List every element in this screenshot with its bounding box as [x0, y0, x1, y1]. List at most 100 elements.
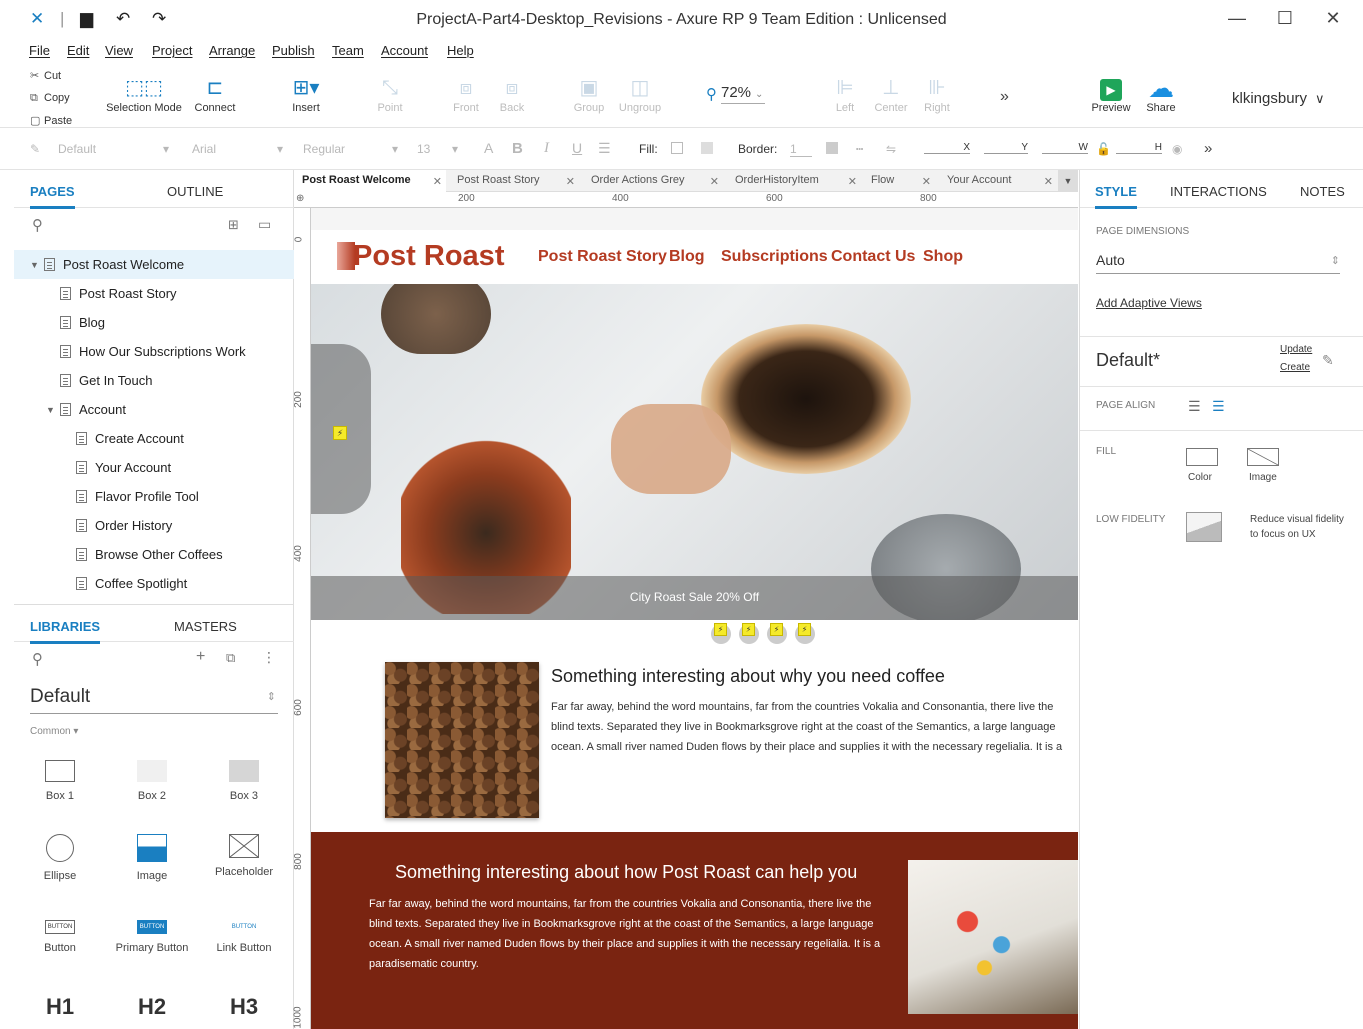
menu-edit[interactable]: Edit — [67, 43, 89, 58]
add-adaptive-views-link[interactable]: Add Adaptive Views — [1096, 296, 1202, 310]
widget-primary-button[interactable]: BUTTON Primary Button — [107, 920, 197, 954]
section1-body[interactable]: Far far away, behind the word mountains,… — [551, 697, 1078, 757]
front-button[interactable]: ⧈ Front — [448, 74, 484, 114]
menu-file[interactable]: File — [29, 43, 50, 58]
more-vertical-icon[interactable]: ⋮ — [262, 649, 276, 666]
add-library-icon[interactable]: + — [196, 648, 205, 666]
section2-panel[interactable]: Something interesting about how Post Roa… — [311, 832, 1078, 1029]
close-tab-icon[interactable]: ✕ — [1044, 175, 1053, 188]
search-icon[interactable]: ⚲ — [32, 216, 43, 234]
tab-notes[interactable]: NOTES — [1300, 184, 1345, 199]
search-icon[interactable]: ⚲ — [32, 650, 43, 668]
page-tree-item[interactable]: ▼ Post Roast Welcome — [14, 250, 294, 279]
doc-tab-post-roast-welcome[interactable]: Post Roast Welcome ✕ — [294, 170, 446, 192]
preview-button[interactable]: ▶ Preview — [1088, 74, 1134, 114]
tab-style[interactable]: STYLE — [1095, 184, 1137, 209]
page-tree-item[interactable]: Order History — [14, 511, 294, 540]
carousel-dot[interactable]: ⚡ — [767, 623, 787, 644]
style-dropdown[interactable]: Default — [58, 142, 96, 156]
back-button[interactable]: ⧈ Back — [494, 74, 530, 114]
nav-post-roast-story[interactable]: Post Roast Story — [538, 248, 667, 266]
fill-image-swatch[interactable] — [701, 142, 713, 154]
add-page-icon[interactable]: ⊞ — [228, 217, 239, 233]
text-color-icon[interactable]: A — [484, 140, 493, 156]
x-position-input[interactable]: X — [924, 142, 970, 154]
nav-contact-us[interactable]: Contact Us — [831, 248, 915, 266]
user-account-dropdown[interactable]: klkingsbury ∨ — [1232, 90, 1325, 107]
align-right-button[interactable]: ⊪ Right — [920, 74, 954, 114]
page-tree-item[interactable]: Create Account — [14, 424, 294, 453]
page-tree-item[interactable]: How Our Subscriptions Work — [14, 337, 294, 366]
doc-tab-flow[interactable]: Flow ✕ — [863, 170, 935, 192]
menu-publish[interactable]: Publish — [272, 43, 315, 58]
align-left-button[interactable]: ⊫ Left — [830, 74, 860, 114]
low-fidelity-toggle-icon[interactable] — [1186, 512, 1222, 542]
border-style-icon[interactable]: ┅ — [856, 142, 863, 156]
tab-outline[interactable]: OUTLINE — [167, 184, 223, 199]
border-arrow-icon[interactable]: ⇋ — [886, 142, 896, 156]
align-center-button[interactable]: ⊥ Center — [872, 74, 910, 114]
share-button[interactable]: ☁ Share — [1140, 74, 1182, 114]
page-tree-item[interactable]: Coffee Spotlight — [14, 569, 294, 598]
widget-image[interactable]: Image — [107, 834, 197, 882]
tab-interactions[interactable]: INTERACTIONS — [1170, 184, 1267, 199]
style-edit-icon[interactable]: ✎ — [30, 142, 40, 156]
widget-ellipse[interactable]: Ellipse — [15, 834, 105, 882]
section2-body[interactable]: Far far away, behind the word mountains,… — [369, 894, 889, 974]
coffee-beans-image[interactable] — [385, 662, 539, 818]
widget-h1[interactable]: H1 — [15, 994, 105, 1020]
add-folder-icon[interactable]: ▭ — [258, 216, 271, 233]
border-width-input[interactable]: 1 — [790, 142, 812, 157]
underline-icon[interactable]: U — [572, 140, 582, 156]
fill-color-swatch[interactable] — [671, 142, 683, 154]
tab-pages[interactable]: PAGES — [30, 184, 75, 209]
nav-blog[interactable]: Blog — [669, 248, 705, 266]
design-canvas[interactable]: Post Roast Post Roast Story Blog Subscri… — [311, 208, 1078, 1029]
font-size-dropdown[interactable]: 13 — [417, 142, 430, 156]
border-color-swatch[interactable] — [826, 142, 838, 154]
menu-view[interactable]: View — [105, 43, 133, 58]
font-weight-dropdown[interactable]: Regular — [303, 142, 345, 156]
nav-shop[interactable]: Shop — [923, 248, 963, 266]
carousel-dot[interactable]: ⚡ — [795, 623, 815, 644]
widget-h3[interactable]: H3 — [199, 994, 289, 1020]
widget-box-1[interactable]: Box 1 — [15, 760, 105, 802]
hero-caption[interactable]: City Roast Sale 20% Off — [311, 590, 1078, 604]
menu-help[interactable]: Help — [447, 43, 474, 58]
close-tab-icon[interactable]: ✕ — [710, 175, 719, 188]
point-button[interactable]: ⤡ Point — [370, 74, 410, 114]
page-tree-item[interactable]: Flavor Profile Tool — [14, 482, 294, 511]
group-button[interactable]: ▣ Group — [570, 74, 608, 114]
bullet-list-icon[interactable]: ☰ — [598, 140, 611, 157]
tab-masters[interactable]: MASTERS — [174, 619, 237, 634]
caret-down-icon[interactable]: ▼ — [30, 260, 44, 270]
update-style-link[interactable]: Update — [1280, 344, 1312, 355]
library-options-icon[interactable]: ⧉ — [226, 650, 235, 666]
y-position-input[interactable]: Y — [984, 142, 1028, 154]
paste-button[interactable]: ▢ Paste — [30, 114, 72, 127]
menu-account[interactable]: Account — [381, 43, 428, 58]
section2-heading[interactable]: Something interesting about how Post Roa… — [395, 862, 857, 883]
interaction-marker-icon[interactable]: ⚡ — [333, 426, 347, 440]
close-tab-icon[interactable]: ✕ — [566, 175, 575, 188]
connect-button[interactable]: ⊏ Connect — [192, 74, 238, 114]
align-center-icon[interactable]: ☰ — [1212, 398, 1225, 415]
close-tab-icon[interactable]: ✕ — [922, 175, 931, 188]
widget-link-button[interactable]: BUTTON Link Button — [199, 920, 289, 954]
page-dimensions-select[interactable]: Auto ⇕ — [1096, 252, 1340, 274]
close-tab-icon[interactable]: ✕ — [433, 175, 442, 188]
maximize-icon[interactable]: ☐ — [1270, 8, 1300, 32]
more-tools-icon[interactable]: » — [1000, 88, 1009, 106]
carousel-dot[interactable]: ⚡ — [739, 623, 759, 644]
page-tree-item[interactable]: Your Account — [14, 453, 294, 482]
widget-box-3[interactable]: Box 3 — [199, 760, 289, 802]
site-logo[interactable]: Post Roast — [353, 240, 504, 273]
font-dropdown[interactable]: Arial — [192, 142, 216, 156]
section1-heading[interactable]: Something interesting about why you need… — [551, 666, 945, 687]
menu-arrange[interactable]: Arrange — [209, 43, 255, 58]
bold-icon[interactable]: B — [512, 140, 523, 157]
library-category[interactable]: Common ▾ — [30, 726, 78, 737]
ungroup-button[interactable]: ◫ Ungroup — [617, 74, 663, 114]
menu-project[interactable]: Project — [152, 43, 192, 58]
page-tree-item[interactable]: Blog — [14, 308, 294, 337]
